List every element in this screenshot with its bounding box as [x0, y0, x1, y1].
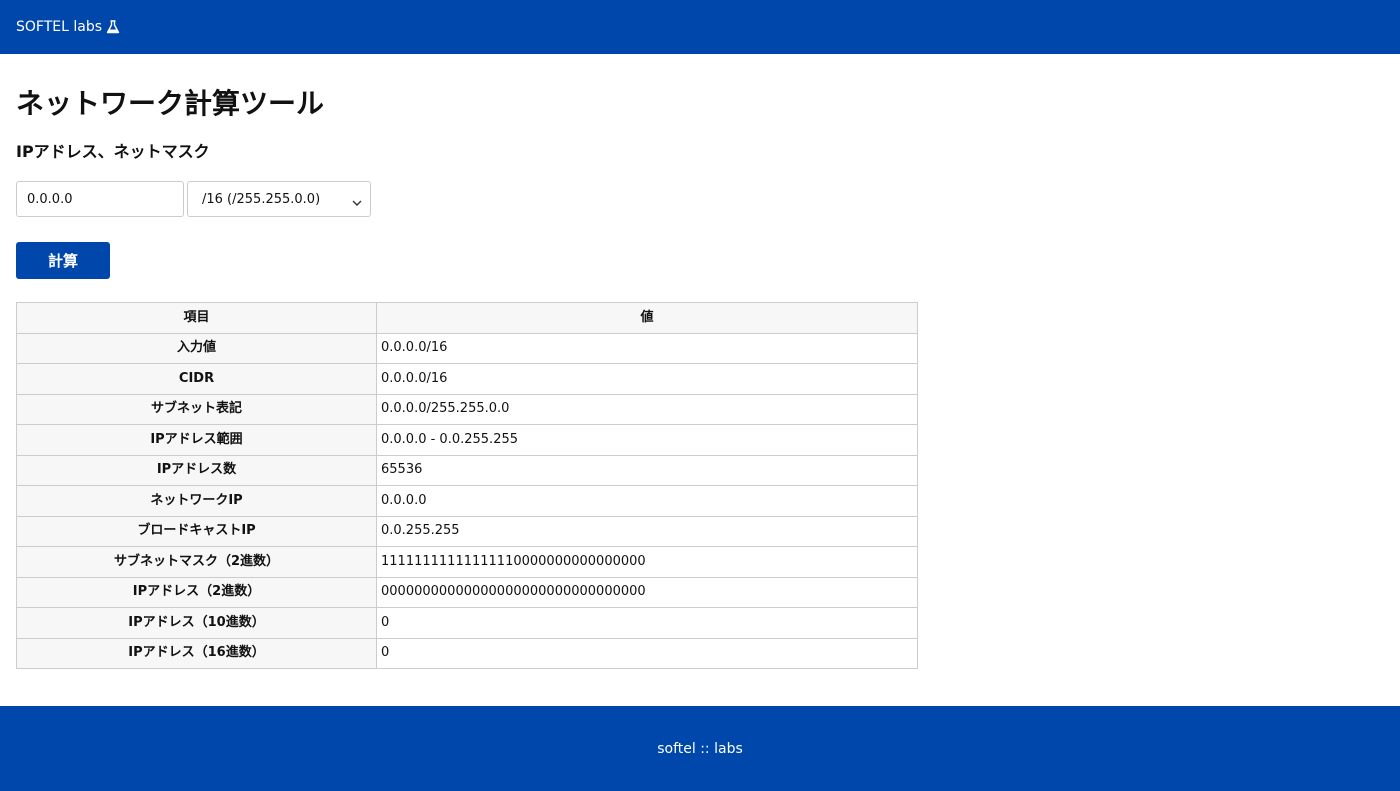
row-value: 0.0.0.0/16 [376, 363, 918, 395]
column-header-value: 値 [376, 302, 918, 334]
page-title: ネットワーク計算ツール [16, 87, 325, 120]
page: SOFTEL labs ネットワーク計算ツール IPアドレス、ネットマスク /1… [0, 0, 1400, 791]
row-value: 0 [376, 637, 918, 669]
row-label: 入力値 [16, 332, 377, 364]
row-value: 0 [376, 607, 918, 639]
table-row: サブネット表記 0.0.0.0/255.255.0.0 [16, 393, 918, 425]
row-value: 0.0.255.255 [376, 515, 918, 547]
table-row: IPアドレス（16進数） 0 [16, 637, 918, 669]
calculate-button[interactable]: 計算 [16, 242, 110, 279]
row-value: 0.0.0.0/16 [376, 332, 918, 364]
row-label: IPアドレス数 [16, 454, 377, 486]
row-label: IPアドレス範囲 [16, 424, 377, 456]
footer: softel :: labs [0, 706, 1400, 791]
row-value: 65536 [376, 454, 918, 486]
row-value: 0.0.0.0 - 0.0.255.255 [376, 424, 918, 456]
flask-icon [106, 20, 120, 34]
chevron-down-icon [352, 196, 362, 206]
footer-text: softel :: labs [657, 740, 743, 757]
table-row: IPアドレス（2進数） 0000000000000000000000000000… [16, 576, 918, 608]
table-header-row: 項目 値 [16, 302, 918, 334]
table-row: IPアドレス（10進数） 0 [16, 607, 918, 639]
row-value: 0.0.0.0 [376, 485, 918, 517]
top-navbar: SOFTEL labs [0, 0, 1400, 54]
row-value: 11111111111111110000000000000000 [376, 546, 918, 578]
row-label: CIDR [16, 363, 377, 395]
table-row: CIDR 0.0.0.0/16 [16, 363, 918, 395]
table-row: IPアドレス範囲 0.0.0.0 - 0.0.255.255 [16, 424, 918, 456]
netmask-select-value: /16 (/255.255.0.0) [202, 191, 321, 207]
table-row: ネットワークIP 0.0.0.0 [16, 485, 918, 517]
table-row: IPアドレス数 65536 [16, 454, 918, 486]
netmask-select[interactable]: /16 (/255.255.0.0) [187, 181, 371, 217]
row-label: ネットワークIP [16, 485, 377, 517]
row-label: サブネット表記 [16, 393, 377, 425]
row-label: IPアドレス（10進数） [16, 607, 377, 639]
row-label: IPアドレス（16進数） [16, 637, 377, 669]
row-label: ブロードキャストIP [16, 515, 377, 547]
section-title: IPアドレス、ネットマスク [16, 142, 210, 161]
brand-link[interactable]: SOFTEL labs [16, 19, 120, 35]
row-value: 00000000000000000000000000000000 [376, 576, 918, 608]
column-header-item: 項目 [16, 302, 377, 334]
ip-address-input[interactable] [16, 181, 184, 217]
table-row: 入力値 0.0.0.0/16 [16, 332, 918, 364]
row-value: 0.0.0.0/255.255.0.0 [376, 393, 918, 425]
table-row: ブロードキャストIP 0.0.255.255 [16, 515, 918, 547]
result-table: 項目 値 入力値 0.0.0.0/16 CIDR 0.0.0.0/16 サブネッ… [16, 302, 918, 669]
table-row: サブネットマスク（2進数） 11111111111111110000000000… [16, 546, 918, 578]
brand-text: SOFTEL labs [16, 19, 103, 35]
row-label: IPアドレス（2進数） [16, 576, 377, 608]
row-label: サブネットマスク（2進数） [16, 546, 377, 578]
